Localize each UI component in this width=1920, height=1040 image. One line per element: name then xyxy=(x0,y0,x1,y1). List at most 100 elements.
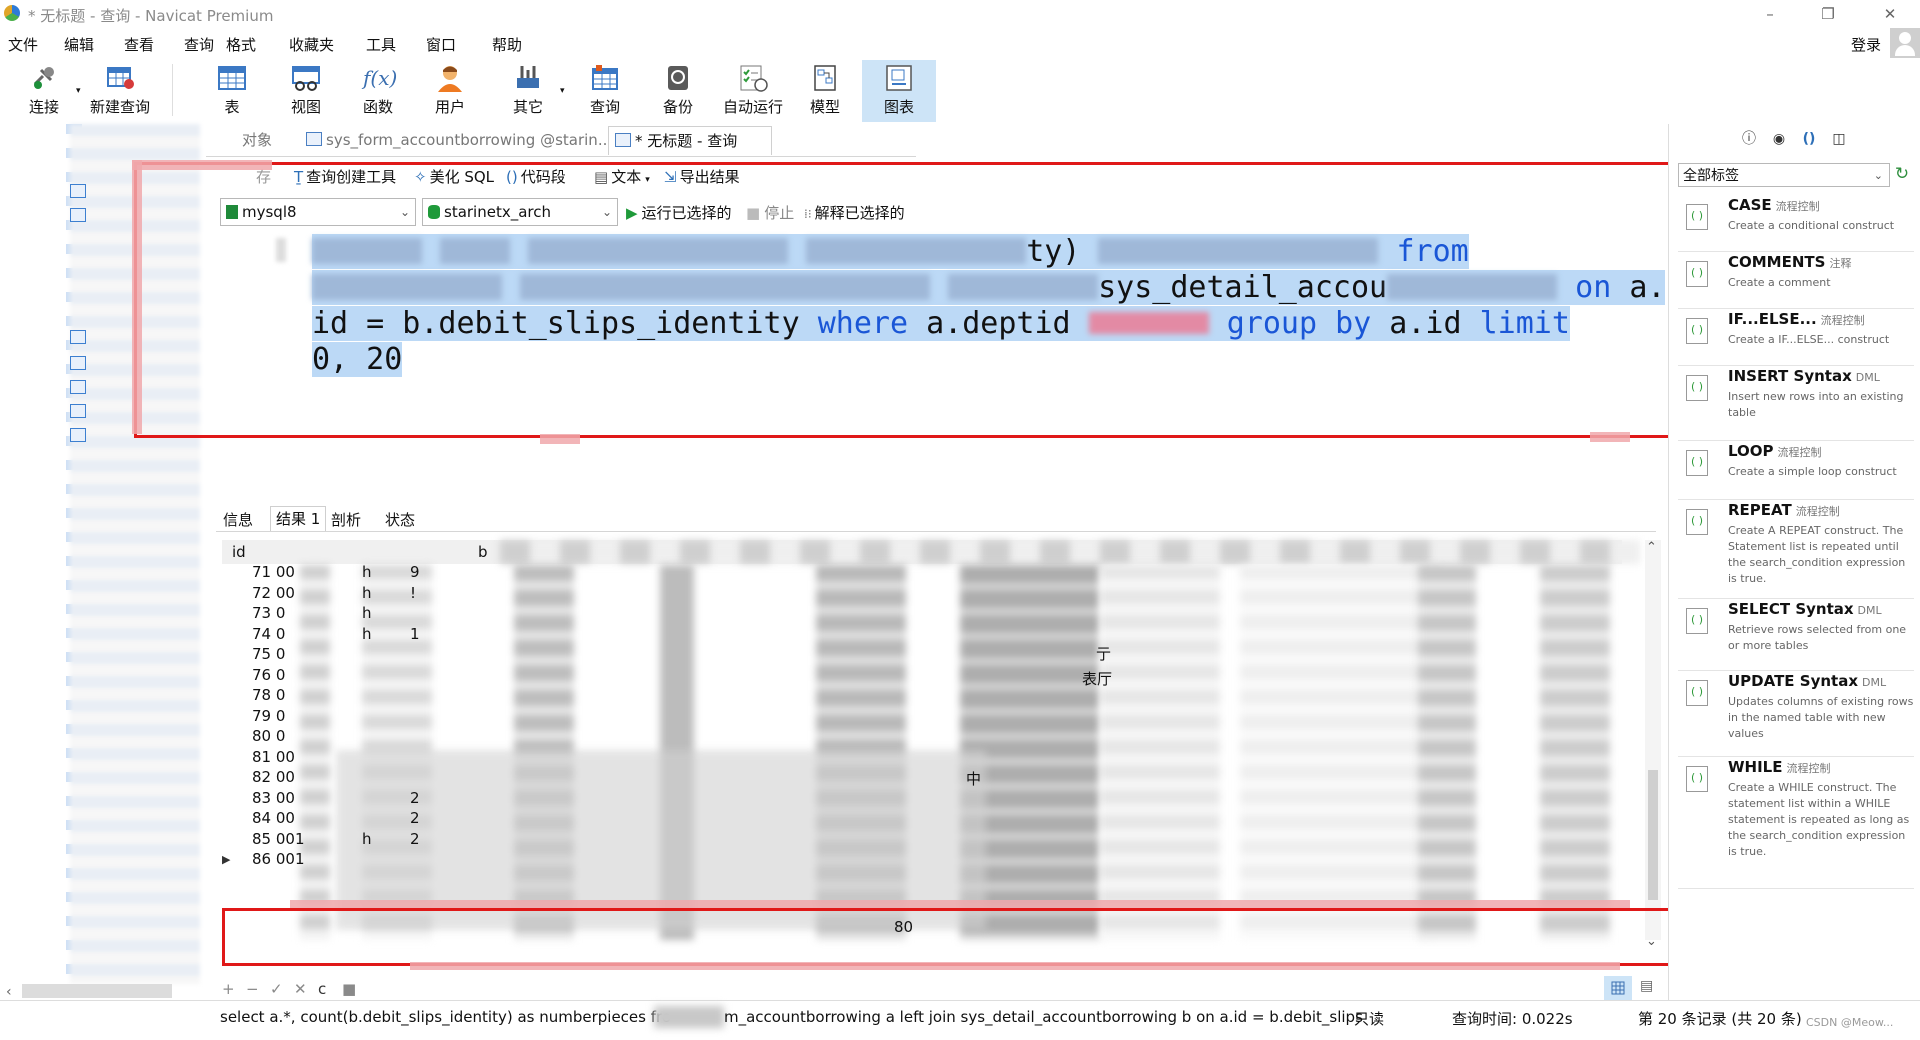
menu-format[interactable]: 格式 xyxy=(226,34,256,55)
toolbar-automation-button[interactable]: 自动运行 xyxy=(718,60,788,122)
toolbar-function-button[interactable]: f(x) 函数 xyxy=(352,60,404,122)
toolbar-backup-button[interactable]: 备份 xyxy=(652,60,704,122)
table-row[interactable]: 79 0 xyxy=(252,707,312,725)
snippet-item[interactable]: ( ) REPEAT 流程控制 Create A REPEAT construct. … xyxy=(1678,501,1914,599)
snippet-item[interactable]: ( ) CASE 流程控制 Create a conditional construc… xyxy=(1678,196,1914,252)
others-dropdown-arrow-icon[interactable]: ▾ xyxy=(560,86,565,96)
table-row[interactable]: 83 00 xyxy=(252,789,312,807)
snippet-item[interactable]: ( ) INSERT Syntax DML Insert new rows into … xyxy=(1678,367,1914,441)
snippet-icon: ( ) xyxy=(1686,261,1708,287)
tab-profile[interactable]: 剖析 xyxy=(326,508,366,532)
tab-untitled-query[interactable]: * 无标题 - 查询 xyxy=(608,126,772,155)
restore-button[interactable]: ❐ xyxy=(1810,2,1846,26)
text-button[interactable]: ▤ 文本 ▾ xyxy=(594,166,650,187)
blurred-code xyxy=(440,238,511,264)
menu-favorites[interactable]: 收藏夹 xyxy=(289,34,334,55)
menu-file[interactable]: 文件 xyxy=(8,34,38,55)
refresh-button[interactable]: c xyxy=(318,980,326,998)
code-snippet-button[interactable]: () 代码段 xyxy=(506,166,566,187)
code-snippet-icon[interactable]: () xyxy=(1800,130,1818,148)
snippet-item[interactable]: ( ) WHILE 流程控制 Create a WHILE construct. Th… xyxy=(1678,758,1914,889)
left-h-scrollbar[interactable] xyxy=(22,984,172,998)
table-row[interactable]: 73 0 xyxy=(252,604,312,622)
toolbar-user-button[interactable]: 用户 xyxy=(424,60,476,122)
panel-layout-icon[interactable]: ◫ xyxy=(1830,130,1848,148)
stop-loading-button[interactable]: ■ xyxy=(342,980,356,998)
table-row[interactable]: 81 00 xyxy=(252,748,312,766)
beautify-sql-button[interactable]: ✧ 美化 SQL xyxy=(414,166,494,187)
scroll-up-arrow-icon[interactable]: ⌃ xyxy=(1646,540,1657,555)
avatar[interactable] xyxy=(1890,28,1920,58)
connect-dropdown-arrow-icon[interactable]: ▾ xyxy=(76,86,81,96)
tab-result-1[interactable]: 结果 1 xyxy=(270,506,327,531)
table-row[interactable]: 76 0 xyxy=(252,666,312,684)
table-icon xyxy=(70,404,86,418)
minimize-button[interactable]: – xyxy=(1752,2,1788,26)
snippet-item[interactable]: ( ) UPDATE Syntax DML Updates columns of ex… xyxy=(1678,672,1914,757)
menu-query[interactable]: 查询 xyxy=(184,34,214,55)
connection-select[interactable]: mysql8 ⌄ xyxy=(220,198,416,226)
tab-info[interactable]: 信息 xyxy=(218,508,258,532)
run-selected-button[interactable]: ▶ 运行已选择的 xyxy=(626,202,732,223)
snippet-item[interactable]: ( ) LOOP 流程控制 Create a simple loop construc… xyxy=(1678,442,1914,500)
toolbar-view-button[interactable]: 视图 xyxy=(280,60,332,122)
toolbar-table-button[interactable]: 表 xyxy=(206,60,258,122)
left-panel-scroll[interactable] xyxy=(0,124,16,984)
apply-changes-button[interactable]: ✓ xyxy=(270,980,283,998)
tab-objects[interactable]: 对象 xyxy=(236,126,278,154)
tools-icon xyxy=(513,64,543,92)
snippet-item[interactable]: ( ) IF...ELSE... 流程控制 Create a IF...ELSE...… xyxy=(1678,310,1914,366)
toolbar-connect-button[interactable]: 连接 xyxy=(18,60,70,122)
tab-status[interactable]: 状态 xyxy=(380,508,420,532)
info-icon[interactable]: ⓘ xyxy=(1740,130,1758,148)
tab-table-sys-form-accountborrowing[interactable]: sys_form_accountborrowing @starin... xyxy=(300,126,618,154)
scroll-left-arrow-icon[interactable]: ‹ xyxy=(6,984,12,1000)
toolbar-chart-button[interactable]: 图表 xyxy=(862,60,936,122)
column-header-id[interactable]: id xyxy=(232,543,246,561)
menu-window[interactable]: 窗口 xyxy=(426,34,456,55)
table-row[interactable]: 84 00 xyxy=(252,809,312,827)
cell-fragment: h xyxy=(362,604,372,622)
menu-view[interactable]: 查看 xyxy=(124,34,154,55)
table-row[interactable]: 72 00 xyxy=(252,584,312,602)
refresh-snippets-icon[interactable]: ↻ xyxy=(1892,164,1912,184)
table-row[interactable]: 80 0 xyxy=(252,727,312,745)
annotation-smudge xyxy=(132,160,272,170)
stop-icon: ■ xyxy=(746,204,761,222)
close-button[interactable]: ✕ xyxy=(1872,2,1908,26)
login-link[interactable]: 登录 xyxy=(1851,34,1881,55)
menu-help[interactable]: 帮助 xyxy=(492,34,522,55)
column-header-b[interactable]: b xyxy=(478,543,488,561)
stop-button[interactable]: ■ 停止 xyxy=(746,202,794,223)
database-select[interactable]: starinetx_arch ⌄ xyxy=(422,198,618,226)
form-view-icon[interactable]: ▤ xyxy=(1640,978,1653,994)
menu-tools[interactable]: 工具 xyxy=(366,34,396,55)
menu-edit[interactable]: 编辑 xyxy=(64,34,94,55)
table-row[interactable]: 74 0 xyxy=(252,625,312,643)
table-row[interactable]: 82 00 xyxy=(252,768,312,786)
query-builder-button[interactable]: Ṯ 查询创建工具 xyxy=(294,166,396,187)
grid-vertical-scrollbar[interactable] xyxy=(1645,540,1661,940)
table-row[interactable]: 71 00 xyxy=(252,563,312,581)
toolbar-model-button[interactable]: 模型 xyxy=(798,60,852,122)
table-row[interactable]: 78 0 xyxy=(252,686,312,704)
toolbar-others-button[interactable]: 其它 xyxy=(500,60,556,122)
export-results-button[interactable]: ⇲ 导出结果 xyxy=(664,166,740,187)
ddl-icon[interactable]: ◉ xyxy=(1770,130,1788,148)
discard-changes-button[interactable]: ✕ xyxy=(294,980,307,998)
table-row[interactable]: 86 001 xyxy=(252,850,312,868)
delete-record-button[interactable]: − xyxy=(246,980,259,998)
scroll-down-arrow-icon[interactable]: ⌄ xyxy=(1646,934,1657,949)
annotation-smudge xyxy=(1590,432,1630,442)
grid-view-toggle[interactable] xyxy=(1604,976,1632,1000)
explain-selected-button[interactable]: ⁞⁝ 解释已选择的 xyxy=(804,202,905,223)
snippet-item[interactable]: ( ) COMMENTS 注释 Create a comment xyxy=(1678,253,1914,309)
snippet-item[interactable]: ( ) SELECT Syntax DML Retrieve rows selecte… xyxy=(1678,600,1914,671)
table-row[interactable]: 75 0 xyxy=(252,645,312,663)
add-record-button[interactable]: + xyxy=(222,980,235,998)
table-row[interactable]: 85 001 xyxy=(252,830,312,848)
table-icon xyxy=(70,330,86,344)
toolbar-query-button[interactable]: 查询 xyxy=(578,60,632,122)
tag-filter-select[interactable]: 全部标签 ⌄ xyxy=(1678,163,1890,187)
toolbar-new-query-button[interactable]: 新建查询 xyxy=(88,60,152,122)
